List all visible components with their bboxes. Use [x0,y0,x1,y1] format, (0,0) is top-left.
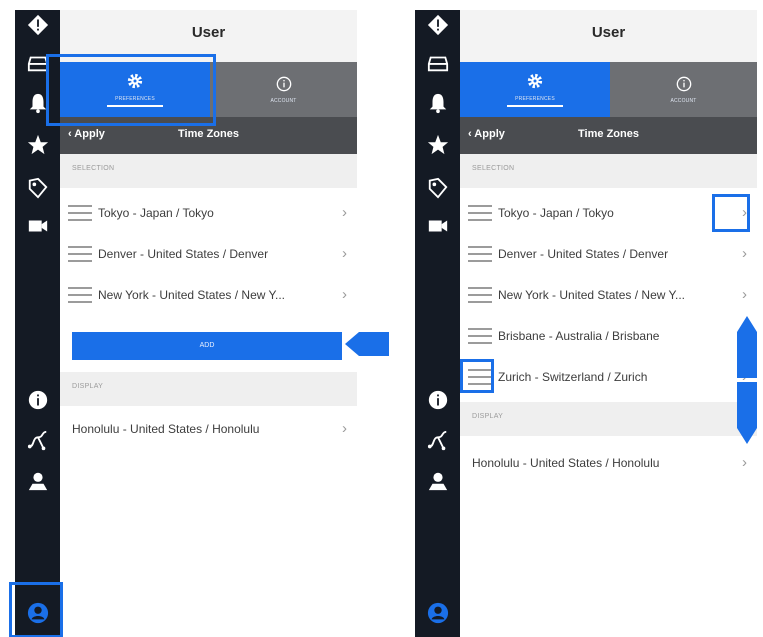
tab-preferences[interactable]: PREFERENCES [460,62,610,117]
timezone-label: Tokyo - Japan / Tokyo [498,206,614,220]
active-tab-indicator [507,105,563,107]
highlight-chevron [712,194,750,232]
tag-icon[interactable] [425,175,450,200]
arrow-down-icon [737,382,757,444]
list-item[interactable]: Honolulu - United States / Honolulu › [460,444,757,484]
list-item[interactable]: Honolulu - United States / Honolulu › [60,410,357,450]
list-item[interactable]: New York - United States / New Y... › [460,276,757,316]
sub-navigation-bar: ‹ Apply Time Zones [460,117,757,154]
info-icon[interactable] [25,387,50,412]
inbox-icon[interactable] [425,50,450,75]
user-icon[interactable] [425,600,450,625]
highlight-preferences-tab [46,54,216,126]
add-button[interactable]: ADD [72,332,342,360]
tab-preferences-label: PREFERENCES [515,96,555,102]
timezone-label: Denver - United States / Denver [98,247,269,261]
drag-handle-icon[interactable] [468,246,492,262]
user-settings-content: User PREFERENCES ACCOUNT ‹ Apply Time Zo… [460,10,757,637]
chevron-right-icon[interactable]: › [742,454,747,471]
timezone-label: Tokyo - Japan / Tokyo [98,206,214,220]
tab-account[interactable]: ACCOUNT [610,62,757,117]
timezone-label: Denver - United States / Denver [498,247,669,261]
timezone-label: Honolulu - United States / Honolulu [72,422,260,436]
tab-bar: PREFERENCES ACCOUNT [460,62,757,117]
chevron-right-icon[interactable]: › [342,286,347,303]
list-item[interactable]: Zurich - Switzerland / Zurich › [460,358,757,398]
arrow-up-icon [737,316,757,378]
list-item[interactable]: Brisbane - Australia / Brisbane › [460,317,757,357]
chevron-right-icon[interactable]: › [342,420,347,437]
timezone-label: Honolulu - United States / Honolulu [472,456,660,470]
drag-handle-icon[interactable] [68,246,92,262]
selection-header: SELECTION [60,154,357,188]
timezone-label: New York - United States / New Y... [98,288,285,302]
timezone-label: New York - United States / New Y... [498,288,685,302]
drag-handle-icon[interactable] [68,287,92,303]
diamond-alert-icon[interactable] [25,12,50,37]
chevron-right-icon[interactable]: › [742,286,747,303]
timezone-label: Zurich - Switzerland / Zurich [498,370,648,384]
star-icon[interactable] [425,132,450,157]
chevron-right-icon[interactable]: › [342,204,347,221]
list-item[interactable]: Denver - United States / Denver › [60,235,357,275]
highlight-drag-handle [460,359,494,393]
screen-left: User PREFERENCES ACCOUNT ‹ Apply Time Zo… [9,10,389,637]
info-circle-icon [676,76,691,91]
route-icon[interactable] [25,428,50,453]
screen-right: User PREFERENCES ACCOUNT ‹ Apply Time Zo… [415,10,757,637]
drag-handle-icon[interactable] [468,287,492,303]
tab-account-label: ACCOUNT [270,97,297,104]
list-item[interactable]: New York - United States / New Y... › [60,276,357,316]
subpage-title: Time Zones [178,128,239,140]
display-header: DISPLAY [460,402,757,436]
chevron-right-icon[interactable]: › [742,245,747,262]
bell-icon[interactable] [425,90,450,115]
gear-icon [527,73,543,89]
drag-handle-icon[interactable] [468,205,492,221]
tab-account[interactable]: ACCOUNT [210,62,357,117]
drag-handle-icon[interactable] [68,205,92,221]
route-icon[interactable] [425,428,450,453]
selection-header: SELECTION [460,154,757,188]
arrow-left-icon [345,332,389,356]
chevron-right-icon[interactable]: › [342,245,347,262]
video-camera-icon[interactable] [25,213,50,238]
info-icon[interactable] [425,387,450,412]
display-header: DISPLAY [60,372,357,406]
page-title: User [460,10,757,62]
info-circle-icon [276,76,291,91]
map-pin-icon[interactable] [25,468,50,493]
highlight-user-icon [9,582,63,637]
list-item[interactable]: Denver - United States / Denver › [460,235,757,275]
star-icon[interactable] [25,132,50,157]
timezone-label: Brisbane - Australia / Brisbane [498,329,660,343]
map-pin-icon[interactable] [425,468,450,493]
list-item[interactable]: Tokyo - Japan / Tokyo › [60,194,357,234]
tab-account-label: ACCOUNT [670,97,697,104]
subpage-title: Time Zones [578,128,639,140]
video-camera-icon[interactable] [425,213,450,238]
tag-icon[interactable] [25,175,50,200]
drag-handle-icon[interactable] [468,328,492,344]
diamond-alert-icon[interactable] [425,12,450,37]
sidebar [415,10,460,637]
